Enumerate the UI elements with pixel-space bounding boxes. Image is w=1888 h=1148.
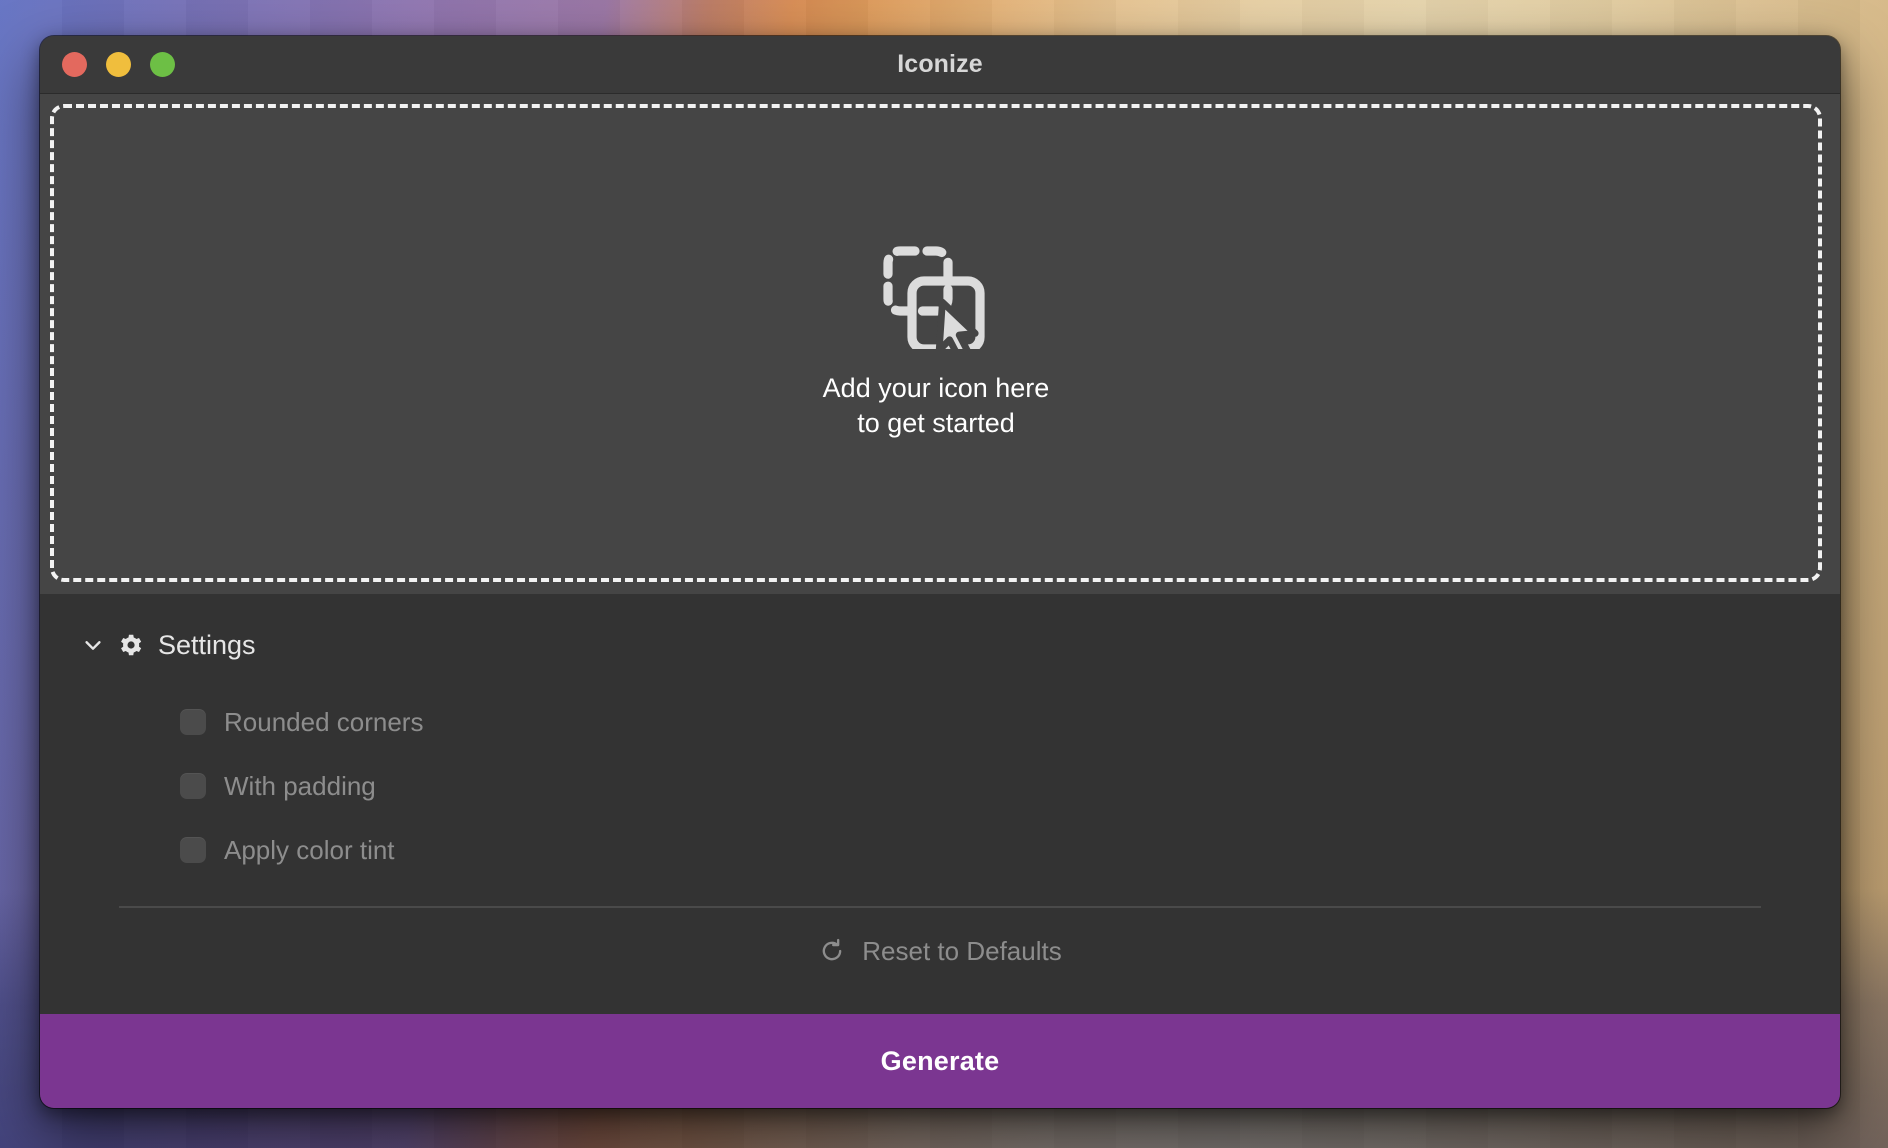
settings-section-header[interactable]: Settings: [74, 594, 1806, 674]
option-with-padding[interactable]: With padding: [180, 754, 1806, 818]
generate-button[interactable]: Generate: [40, 1014, 1840, 1108]
app-window: Iconize Add your icon here to get starte…: [40, 36, 1840, 1108]
close-window-button[interactable]: [62, 52, 87, 77]
chevron-down-icon[interactable]: [82, 634, 104, 656]
icon-dropzone[interactable]: Add your icon here to get started: [50, 104, 1822, 582]
window-titlebar[interactable]: Iconize: [40, 36, 1840, 94]
settings-title: Settings: [158, 630, 256, 661]
option-rounded-corners[interactable]: Rounded corners: [180, 690, 1806, 754]
dropzone-message: Add your icon here to get started: [823, 371, 1050, 440]
window-title: Iconize: [40, 50, 1840, 79]
desktop-wallpaper: Iconize Add your icon here to get starte…: [0, 0, 1888, 1148]
dropzone-area: Add your icon here to get started: [40, 94, 1840, 594]
label-with-padding: With padding: [224, 771, 376, 802]
checkbox-apply-color-tint[interactable]: [180, 837, 206, 863]
copy-cursor-icon: [882, 245, 990, 349]
checkbox-rounded-corners[interactable]: [180, 709, 206, 735]
minimize-window-button[interactable]: [106, 52, 131, 77]
traffic-light-group: [40, 52, 175, 77]
option-apply-color-tint[interactable]: Apply color tint: [180, 818, 1806, 882]
reset-to-defaults-label: Reset to Defaults: [862, 936, 1061, 967]
maximize-window-button[interactable]: [150, 52, 175, 77]
rotate-ccw-icon: [818, 937, 846, 965]
settings-options-list: Rounded corners With padding Apply color…: [74, 674, 1806, 882]
label-apply-color-tint: Apply color tint: [224, 835, 395, 866]
generate-button-label: Generate: [881, 1046, 1000, 1077]
gear-icon: [118, 632, 144, 658]
label-rounded-corners: Rounded corners: [224, 707, 423, 738]
settings-panel: Settings Rounded corners With padding Ap…: [40, 594, 1840, 1014]
reset-to-defaults-button[interactable]: Reset to Defaults: [74, 908, 1806, 994]
checkbox-with-padding[interactable]: [180, 773, 206, 799]
